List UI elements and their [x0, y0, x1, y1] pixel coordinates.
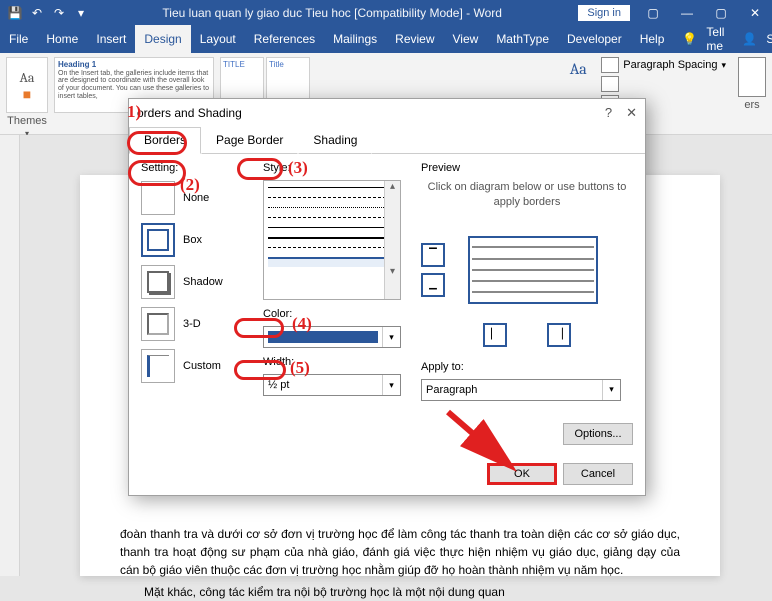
tab-review[interactable]: Review	[386, 25, 443, 53]
tab-mathtype[interactable]: MathType	[487, 25, 558, 53]
tab-home[interactable]: Home	[37, 25, 87, 53]
document-title: Tieu luan quan ly giao duc Tieu hoc [Com…	[92, 6, 572, 20]
tab-references[interactable]: References	[245, 25, 324, 53]
preview-label: Preview	[421, 162, 633, 174]
dialog-title: orders and Shading	[137, 106, 242, 120]
chevron-down-icon: ▾	[382, 327, 400, 347]
dialog-body: Setting: None Box Shadow 3-D Custom	[129, 154, 645, 454]
setting-custom[interactable]: Custom	[141, 348, 263, 384]
ribbon-options-icon[interactable]: ▢	[636, 0, 670, 25]
style-listbox[interactable]: ▴▾	[263, 180, 401, 300]
dialog-titlebar: orders and Shading ? ✕	[129, 99, 645, 127]
style-scrollbar[interactable]: ▴▾	[384, 181, 400, 299]
applyto-label: Apply to:	[421, 361, 633, 373]
tellme-label[interactable]: Tell me	[697, 25, 733, 53]
vertical-ruler	[0, 135, 20, 576]
signin-button[interactable]: Sign in	[578, 5, 630, 21]
border-right-button[interactable]: ▕	[547, 323, 571, 347]
tab-borders[interactable]: Borders	[129, 127, 201, 154]
share-label[interactable]: Share	[757, 25, 772, 53]
maximize-icon[interactable]: ▢	[704, 0, 738, 25]
qat-dropdown-icon[interactable]: ▾	[70, 0, 92, 25]
dialog-tabs: Borders Page Border Shading	[129, 127, 645, 154]
tab-shading[interactable]: Shading	[298, 127, 372, 154]
tab-design[interactable]: Design	[135, 25, 190, 53]
aa-icon-2[interactable]: Aa	[565, 57, 591, 81]
save-icon[interactable]: 💾	[4, 0, 26, 25]
body-text-1: đoàn thanh tra và dưới cơ sở đơn vị trườ…	[120, 525, 680, 579]
applyto-dropdown[interactable]: Paragraph ▾	[421, 379, 621, 401]
redo-icon[interactable]: ↷	[48, 0, 70, 25]
themes-label: Themes	[7, 115, 47, 127]
effects-icon[interactable]	[601, 76, 619, 92]
themes-aa-icon: Aa	[20, 69, 35, 86]
close-icon[interactable]: ✕	[738, 0, 772, 25]
cancel-button[interactable]: Cancel	[563, 463, 633, 485]
themes-group: Aa ■ Themes ▾	[6, 57, 48, 138]
width-label: Width:	[263, 356, 411, 368]
border-left-button[interactable]: ▏	[483, 323, 507, 347]
chevron-down-icon: ▾	[382, 375, 400, 395]
tab-help[interactable]: Help	[631, 25, 674, 53]
applyto-section: Apply to: Paragraph ▾	[421, 361, 633, 401]
chevron-down-icon: ▾	[602, 380, 620, 400]
options-button[interactable]: Options...	[563, 423, 633, 445]
borders-shading-dialog: orders and Shading ? ✕ Borders Page Bord…	[128, 98, 646, 496]
style-column: Style: ▴▾ Color: ▾ Width: ½ pt ▾	[263, 162, 411, 454]
tab-mailings[interactable]: Mailings	[324, 25, 386, 53]
style-label: Style:	[263, 162, 411, 174]
color-swatch	[268, 331, 378, 343]
paragraph-spacing-icon[interactable]	[601, 57, 619, 73]
setting-column: Setting: None Box Shadow 3-D Custom	[141, 162, 263, 454]
border-bottom-button[interactable]: ▁	[421, 273, 445, 297]
preview-diagram[interactable]	[453, 225, 613, 315]
setting-3d[interactable]: 3-D	[141, 306, 263, 342]
setting-shadow[interactable]: Shadow	[141, 264, 263, 300]
page-borders-icon[interactable]	[738, 57, 766, 97]
tab-layout[interactable]: Layout	[191, 25, 245, 53]
preview-column: Preview Click on diagram below or use bu…	[411, 162, 633, 454]
tab-file[interactable]: File	[0, 25, 37, 53]
share-icon[interactable]: 👤	[733, 25, 757, 53]
color-dropdown[interactable]: ▾	[263, 326, 401, 348]
color-label: Color:	[263, 308, 411, 320]
ribbon-tabs: File Home Insert Design Layout Reference…	[0, 25, 772, 53]
themes-button[interactable]: Aa ■	[6, 57, 48, 113]
tab-view[interactable]: View	[444, 25, 488, 53]
ok-button[interactable]: OK	[487, 463, 557, 485]
minimize-icon[interactable]: —	[670, 0, 704, 25]
tab-developer[interactable]: Developer	[558, 25, 631, 53]
dialog-buttons: Options... OK Cancel	[487, 463, 633, 485]
tellme-icon[interactable]: 💡	[673, 25, 697, 53]
setting-label: Setting:	[141, 162, 263, 174]
setting-box[interactable]: Box	[141, 222, 263, 258]
body-text-2: Mặt khác, công tác kiểm tra nội bộ trườn…	[120, 583, 680, 601]
tab-page-border[interactable]: Page Border	[201, 127, 298, 154]
window-controls: ▢ — ▢ ✕	[636, 0, 772, 25]
preview-left-buttons: ▔ ▁	[421, 243, 445, 297]
width-dropdown[interactable]: ½ pt ▾	[263, 374, 401, 396]
borders-group: ers	[738, 57, 766, 111]
help-icon[interactable]: ?	[605, 105, 612, 121]
border-top-button[interactable]: ▔	[421, 243, 445, 267]
titlebar: 💾 ↶ ↷ ▾ Tieu luan quan ly giao duc Tieu …	[0, 0, 772, 25]
undo-icon[interactable]: ↶	[26, 0, 48, 25]
preview-hint: Click on diagram below or use buttons to…	[421, 180, 633, 211]
tab-insert[interactable]: Insert	[87, 25, 135, 53]
dialog-close-icon[interactable]: ✕	[626, 105, 637, 121]
quick-access-toolbar: 💾 ↶ ↷ ▾	[0, 0, 92, 25]
setting-none[interactable]: None	[141, 180, 263, 216]
preview-bottom-buttons: ▏ ▕	[421, 323, 633, 347]
